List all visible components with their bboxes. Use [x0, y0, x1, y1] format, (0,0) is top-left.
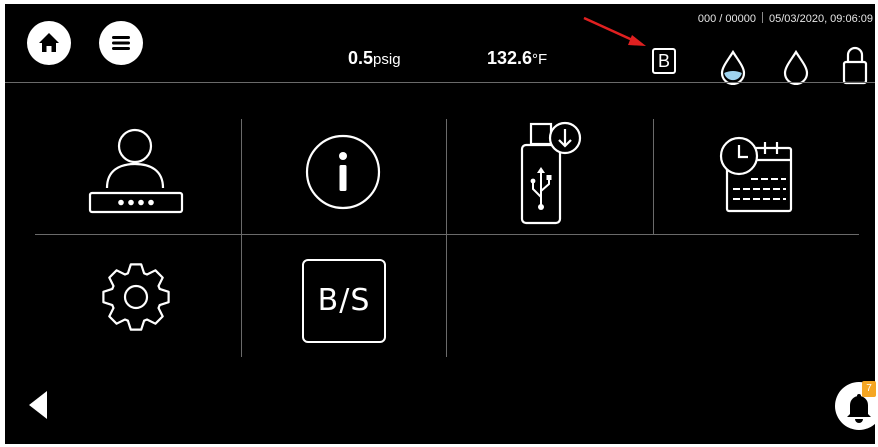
water-drop-filled-icon — [720, 49, 746, 85]
menu-button[interactable] — [99, 21, 143, 65]
temperature-readout: 132.6°F — [487, 48, 547, 69]
usb-download-tile[interactable] — [513, 119, 589, 229]
grid-divider — [241, 119, 242, 357]
temperature-unit: °F — [532, 51, 548, 68]
user-password-icon — [88, 128, 184, 214]
pressure-value: 0.5 — [348, 48, 374, 68]
info-tile[interactable] — [303, 132, 383, 212]
menu-icon — [112, 36, 130, 50]
lock-icon[interactable] — [840, 44, 870, 86]
back-arrow-icon[interactable] — [25, 388, 51, 422]
bs-mode-tile[interactable]: B/S — [302, 259, 386, 343]
status-line: 000 / 00000 05/03/2020, 09:06:09 — [698, 12, 873, 25]
temperature-value: 132.6 — [487, 48, 533, 68]
header-divider — [5, 82, 875, 83]
settings-tile[interactable] — [98, 259, 174, 335]
info-icon — [305, 134, 381, 210]
grid-divider — [446, 119, 447, 357]
notification-count-badge: 7 — [862, 381, 876, 397]
cycle-counter: 000 / 00000 — [697, 13, 757, 25]
grid-divider — [35, 234, 859, 235]
home-button[interactable] — [27, 21, 71, 65]
user-login-tile[interactable] — [80, 124, 190, 218]
grid-divider — [653, 119, 654, 234]
water-drop-outline-icon — [783, 49, 809, 85]
touch-screen: 0.5psig 132.6°F 000 / 00000 05/03/2020, 0… — [5, 4, 878, 444]
pressure-readout: 0.5psig — [348, 48, 401, 69]
gear-icon — [102, 263, 170, 331]
mode-badge[interactable]: B — [652, 48, 676, 74]
usb-download-icon — [520, 121, 582, 225]
calendar-clock-icon — [719, 136, 793, 213]
home-icon — [39, 33, 59, 52]
schedule-tile[interactable] — [711, 134, 801, 216]
pressure-unit: psig — [373, 51, 401, 68]
status-separator — [762, 12, 764, 23]
date-time: 05/03/2020, 09:06:09 — [769, 13, 873, 25]
